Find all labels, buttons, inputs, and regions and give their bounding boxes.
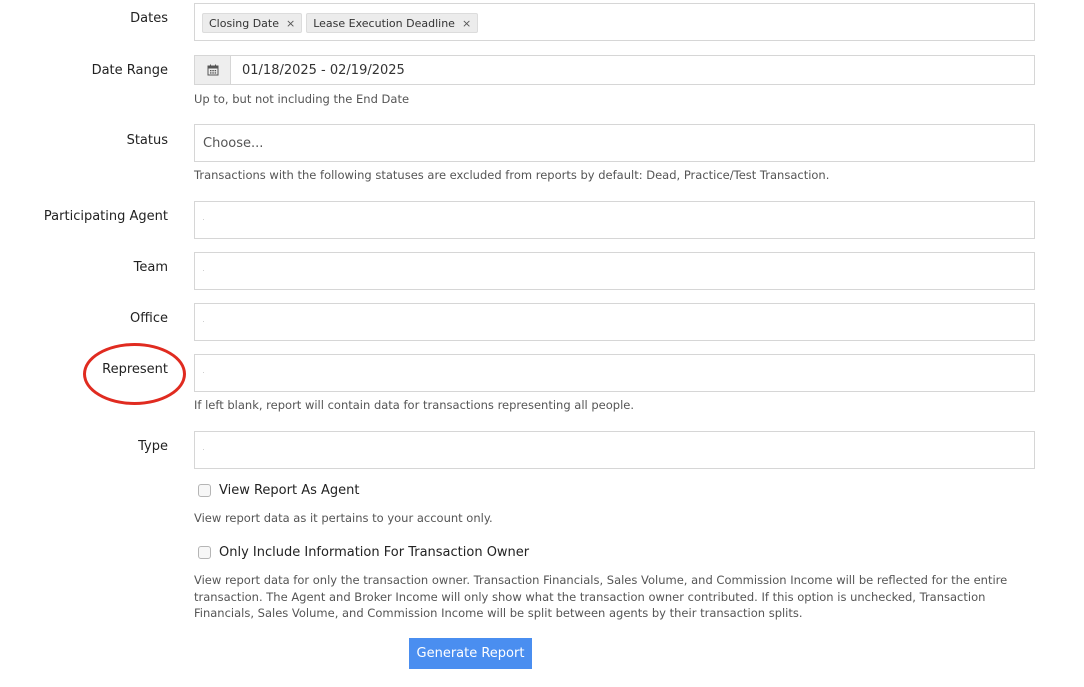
date-range-value: 01/18/2025 - 02/19/2025 [242, 62, 405, 78]
tag-label: Lease Execution Deadline [313, 16, 455, 30]
status-select[interactable]: Choose... [194, 124, 1035, 162]
tag-closing-date: Closing Date × [202, 13, 303, 33]
remove-tag-icon[interactable]: × [462, 17, 471, 30]
owner-only-help: View report data for only the transactio… [194, 573, 1008, 620]
view-as-agent-checkbox[interactable] [198, 484, 211, 497]
represent-help: If left blank, report will contain data … [194, 398, 635, 412]
owner-only-checkbox[interactable] [198, 546, 211, 559]
owner-only-label[interactable]: Only Include Information For Transaction… [219, 545, 529, 560]
dates-multiselect[interactable]: Closing Date × Lease Execution Deadline … [194, 3, 1035, 41]
represent-label: Represent [102, 362, 168, 377]
input-cursor [203, 372, 204, 373]
view-as-agent-help: View report data as it pertains to your … [194, 511, 493, 525]
team-select[interactable] [194, 252, 1035, 290]
input-cursor [203, 270, 204, 271]
type-label: Type [138, 439, 168, 454]
remove-tag-icon[interactable]: × [286, 17, 295, 30]
input-cursor [203, 321, 204, 322]
input-cursor [203, 219, 204, 220]
tag-label: Closing Date [209, 16, 279, 30]
office-label: Office [130, 311, 168, 326]
date-range-field[interactable]: 01/18/2025 - 02/19/2025 [194, 55, 1035, 85]
input-cursor [203, 449, 204, 450]
calendar-icon[interactable] [195, 56, 231, 84]
status-label: Status [126, 133, 168, 148]
participating-agent-label: Participating Agent [43, 209, 168, 224]
type-select[interactable] [194, 431, 1035, 469]
date-range-label: Date Range [91, 63, 168, 78]
dates-label: Dates [130, 11, 168, 26]
view-as-agent-label[interactable]: View Report As Agent [219, 483, 360, 498]
represent-select[interactable] [194, 354, 1035, 392]
generate-report-button[interactable]: Generate Report [409, 638, 532, 669]
participating-agent-select[interactable] [194, 201, 1035, 239]
status-help: Transactions with the following statuses… [194, 168, 830, 182]
tag-lease-execution-deadline: Lease Execution Deadline × [306, 13, 479, 33]
team-label: Team [133, 260, 168, 275]
status-placeholder: Choose... [203, 135, 264, 151]
date-range-help: Up to, but not including the End Date [194, 92, 410, 106]
office-select[interactable] [194, 303, 1035, 341]
